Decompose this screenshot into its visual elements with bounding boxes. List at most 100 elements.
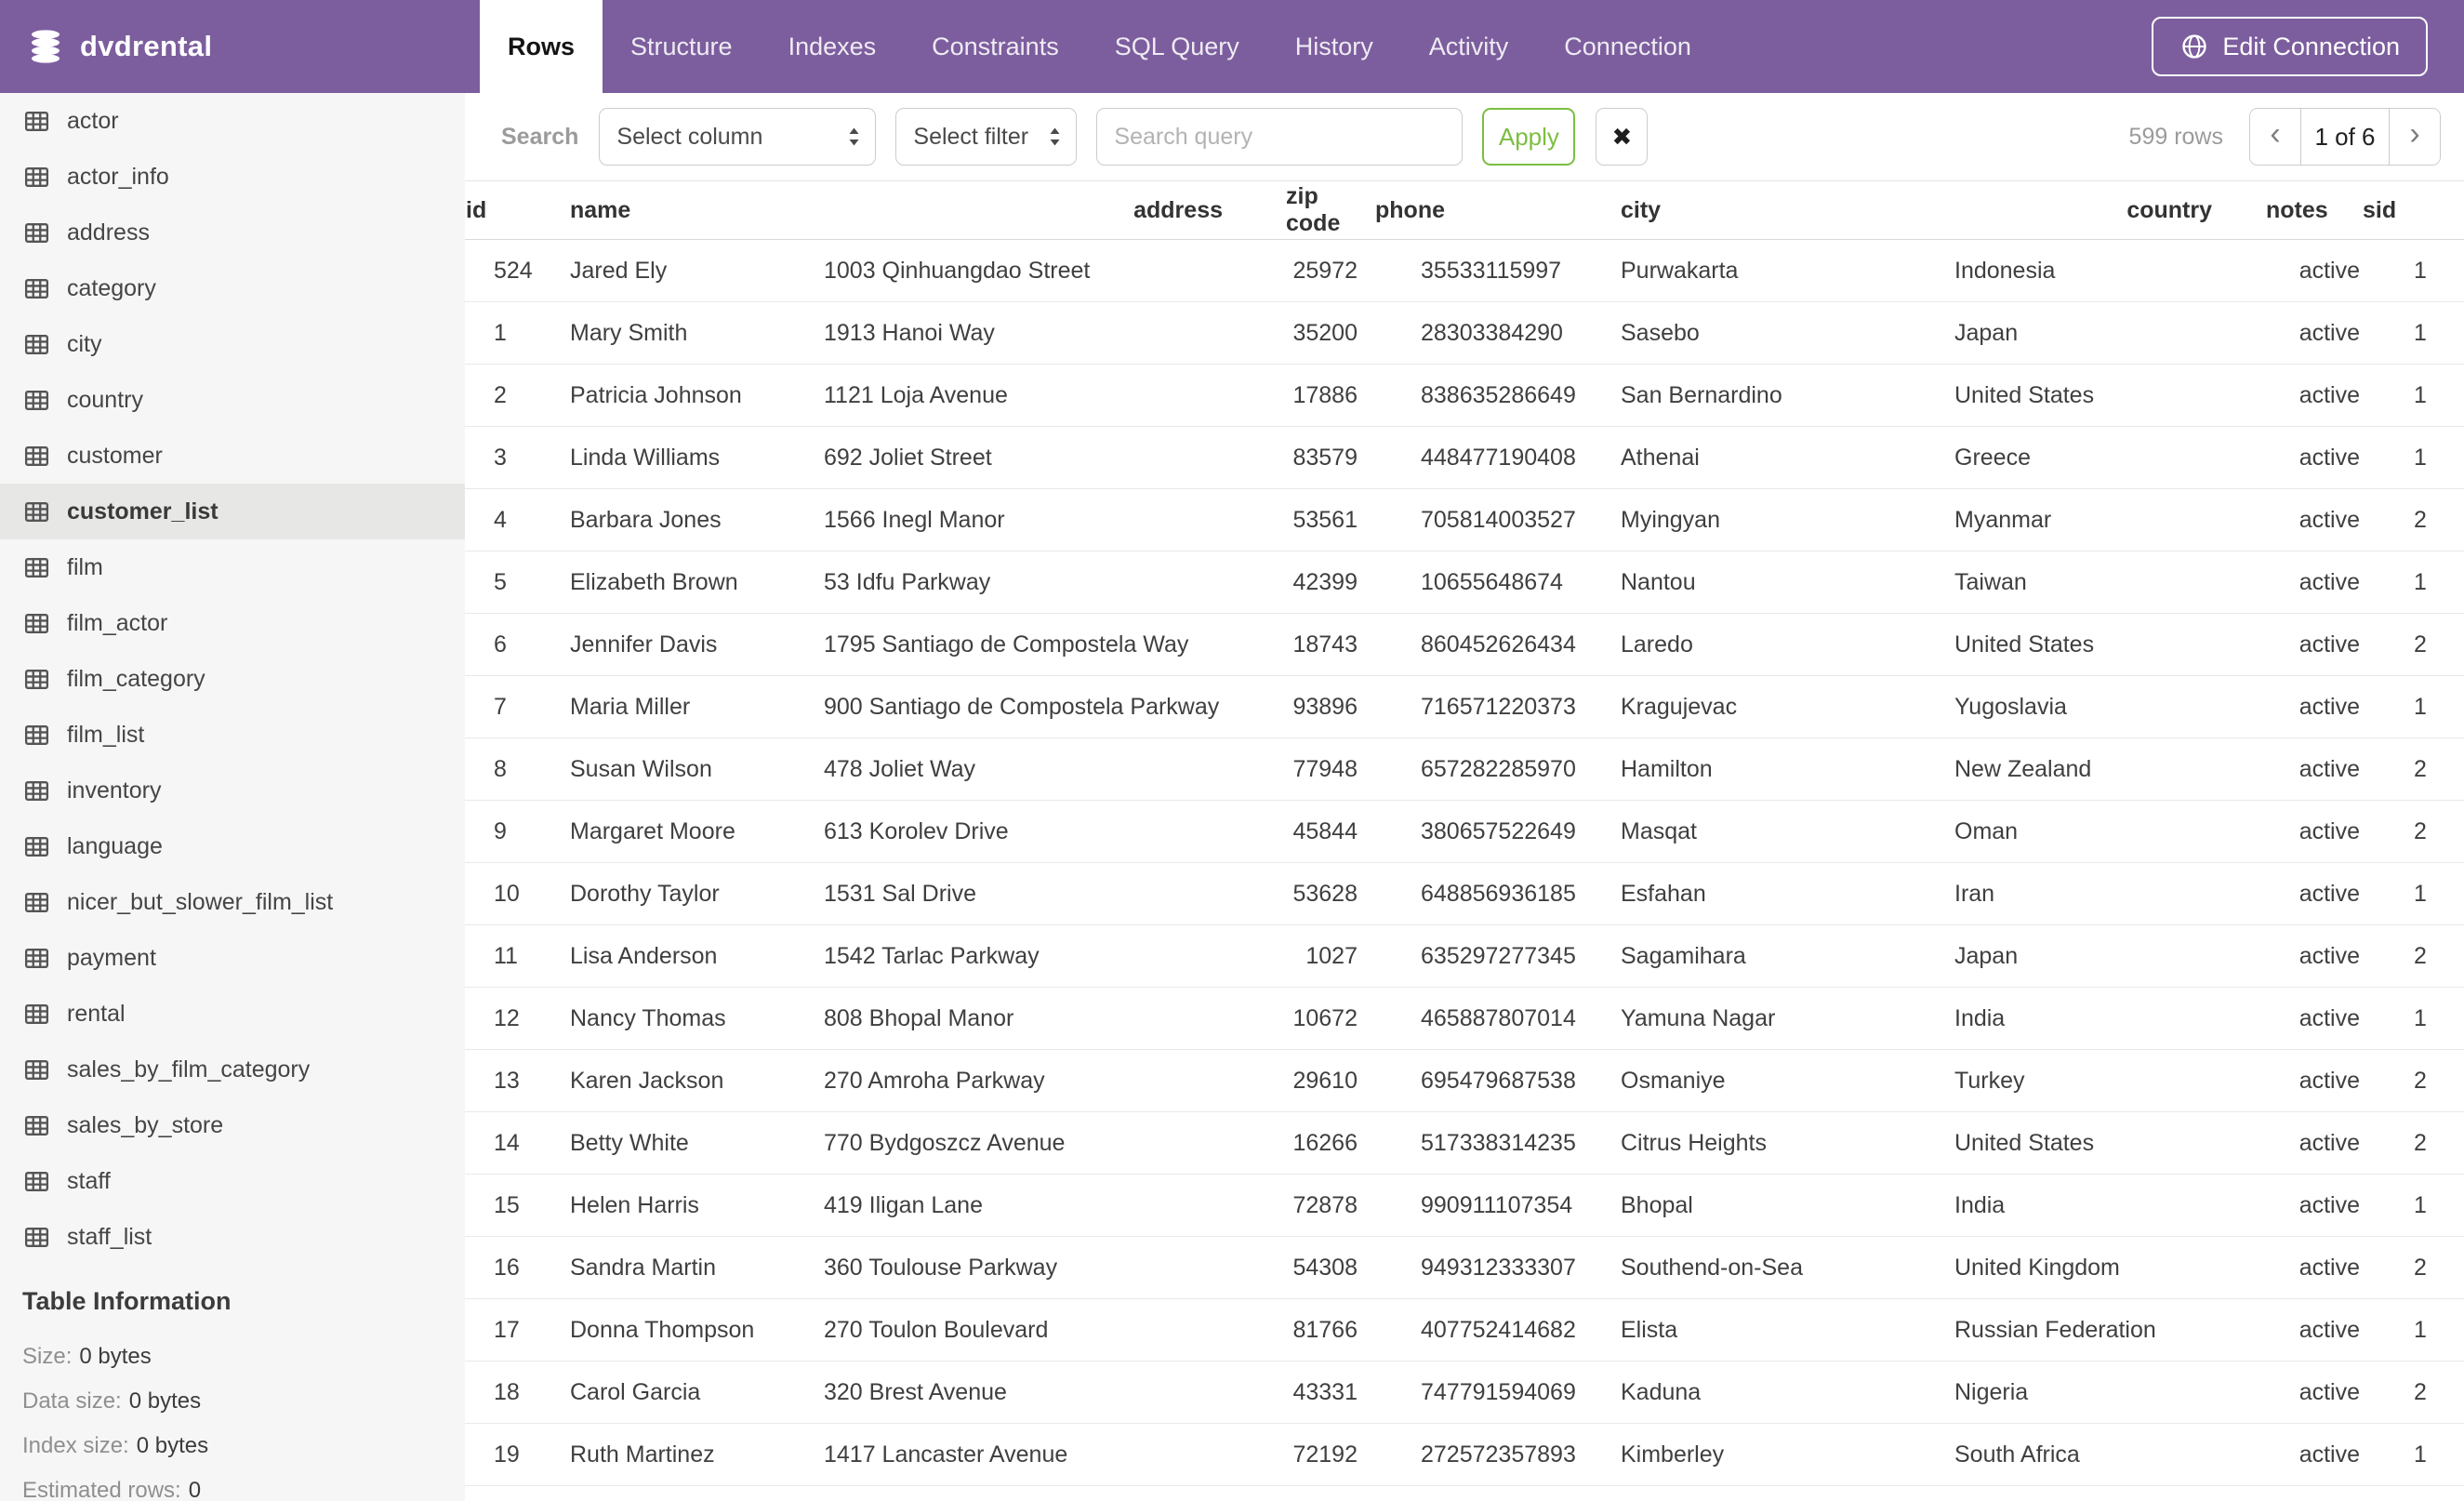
apply-button[interactable]: Apply [1482,108,1576,166]
cell-notes: active [2298,1191,2360,1218]
column-header[interactable]: phone [1374,181,1620,240]
sidebar-item[interactable]: inventory [0,763,465,818]
tab[interactable]: Indexes [761,0,905,93]
cell-phone: 635297277345 [1421,942,1576,969]
column-header[interactable]: address [823,181,1239,240]
table-row[interactable]: 15 Helen Harris 419 Iligan Lane 72878 99… [465,1175,2464,1237]
cell-address: 1003 Qinhuangdao Street [824,257,1091,284]
table-row[interactable]: 2 Patricia Johnson 1121 Loja Avenue 1788… [465,365,2464,427]
cell-notes: active [2298,1441,2360,1468]
table-row[interactable]: 17 Donna Thompson 270 Toulon Boulevard 8… [465,1299,2464,1362]
cell-city: Nantou [1621,568,1696,595]
tab[interactable]: Constraints [904,0,1087,93]
table-row[interactable]: 7 Maria Miller 900 Santiago de Compostel… [465,676,2464,738]
table-information-rows: Size: 0 bytes Data size: 0 bytes Index s… [22,1335,465,1501]
table-row[interactable]: 4 Barbara Jones 1566 Inegl Manor 53561 7… [465,489,2464,551]
cell-city: Kaduna [1621,1378,1702,1405]
sidebar-item[interactable]: sales_by_store [0,1097,465,1153]
edit-connection-button[interactable]: Edit Connection [2152,17,2428,76]
tab[interactable]: Activity [1401,0,1537,93]
column-header[interactable]: country [1954,181,2214,240]
cell-country: India [1954,1191,2006,1218]
sidebar-item[interactable]: film_actor [0,595,465,651]
table-icon [22,1167,51,1196]
sidebar-item[interactable]: customer_list [0,484,465,539]
sidebar-item[interactable]: film_category [0,651,465,707]
tab[interactable]: Rows [480,0,603,93]
table-row[interactable]: 13 Karen Jackson 270 Amroha Parkway 2961… [465,1050,2464,1112]
sidebar-item[interactable]: city [0,316,465,372]
table-row[interactable]: 8 Susan Wilson 478 Joliet Way 77948 6572… [465,738,2464,801]
table-row[interactable]: 16 Sandra Martin 360 Toulouse Parkway 54… [465,1237,2464,1299]
table-row[interactable]: 12 Nancy Thomas 808 Bhopal Manor 10672 4… [465,988,2464,1050]
cell-name: Ruth Martinez [570,1441,715,1468]
column-header[interactable]: name [569,181,823,240]
cell-name: Donna Thompson [570,1316,755,1343]
cell-id: 9 [494,817,507,844]
cell-phone: 35533115997 [1421,257,1562,284]
tab[interactable]: Connection [1536,0,1719,93]
table-row[interactable]: 1 Mary Smith 1913 Hanoi Way 35200 283033… [465,302,2464,365]
column-header[interactable]: notes [2214,181,2362,240]
column-header[interactable]: city [1620,181,1954,240]
table-icon [22,107,51,136]
sidebar-item[interactable]: address [0,205,465,260]
sidebar-item[interactable]: actor [0,93,465,149]
select-column-dropdown[interactable]: Select column [599,108,877,166]
sidebar-item[interactable]: rental [0,986,465,1042]
sidebar-item[interactable]: staff_list [0,1209,465,1265]
sidebar-item[interactable]: language [0,818,465,874]
next-page-button[interactable]: › [2390,109,2440,165]
cell-sid: 2 [2414,506,2427,533]
info-value: 0 [188,1478,202,1501]
tab[interactable]: SQL Query [1087,0,1267,93]
cell-sid: 2 [2414,1129,2427,1156]
sidebar-item[interactable]: film_list [0,707,465,763]
sidebar-item[interactable]: nicer_but_slower_film_list [0,874,465,930]
table-row[interactable]: 10 Dorothy Taylor 1531 Sal Drive 53628 6… [465,863,2464,925]
cell-sid: 1 [2414,1004,2427,1031]
column-header[interactable]: id [465,181,569,240]
cell-country: United States [1954,381,2095,408]
cell-sid: 1 [2414,1316,2427,1343]
table-information-row: Index size: 0 bytes [22,1424,465,1468]
sidebar-item-label: rental [67,1000,126,1027]
cell-country: United Kingdom [1954,1254,2120,1281]
table-icon [22,1223,51,1252]
column-header[interactable]: zip code [1239,181,1374,240]
table-row[interactable]: 14 Betty White 770 Bydgoszcz Avenue 1626… [465,1112,2464,1175]
table-row[interactable]: 11 Lisa Anderson 1542 Tarlac Parkway 102… [465,925,2464,988]
table-icon [22,888,51,917]
select-filter-dropdown[interactable]: Select filter [895,108,1078,166]
cell-address: 1913 Hanoi Way [824,319,995,346]
cell-notes: active [2298,631,2360,658]
tab[interactable]: History [1267,0,1401,93]
sidebar-item[interactable]: customer [0,428,465,484]
table-row[interactable]: 19 Ruth Martinez 1417 Lancaster Avenue 7… [465,1424,2464,1486]
cell-address: 1795 Santiago de Compostela Way [824,631,1189,658]
sidebar-item[interactable]: sales_by_film_category [0,1042,465,1097]
table-row[interactable]: 5 Elizabeth Brown 53 Idfu Parkway 42399 … [465,551,2464,614]
table-row[interactable]: 18 Carol Garcia 320 Brest Avenue 43331 7… [465,1362,2464,1424]
sidebar-item[interactable]: payment [0,930,465,986]
table-row[interactable]: 3 Linda Williams 692 Joliet Street 83579… [465,427,2464,489]
sidebar-item[interactable]: category [0,260,465,316]
column-header[interactable]: sid [2362,181,2464,240]
previous-page-button[interactable]: ‹ [2250,109,2300,165]
search-query-input[interactable] [1096,108,1464,166]
cell-zip-code: 25972 [1292,257,1358,284]
cell-zip-code: 1027 [1305,942,1358,969]
page-indicator[interactable]: 1 of 6 [2300,109,2390,165]
cell-id: 7 [494,693,507,720]
sidebar-item[interactable]: film [0,539,465,595]
table-row[interactable]: 524 Jared Ely 1003 Qinhuangdao Street 25… [465,240,2464,302]
clear-search-button[interactable]: ✖ [1596,108,1649,166]
table-row[interactable]: 6 Jennifer Davis 1795 Santiago de Compos… [465,614,2464,676]
select-arrows-icon [846,126,862,148]
sidebar-item[interactable]: staff [0,1153,465,1209]
sidebar-item[interactable]: actor_info [0,149,465,205]
sidebar-item[interactable]: country [0,372,465,428]
tab[interactable]: Structure [603,0,761,93]
cell-city: Laredo [1621,631,1693,658]
table-row[interactable]: 9 Margaret Moore 613 Korolev Drive 45844… [465,801,2464,863]
